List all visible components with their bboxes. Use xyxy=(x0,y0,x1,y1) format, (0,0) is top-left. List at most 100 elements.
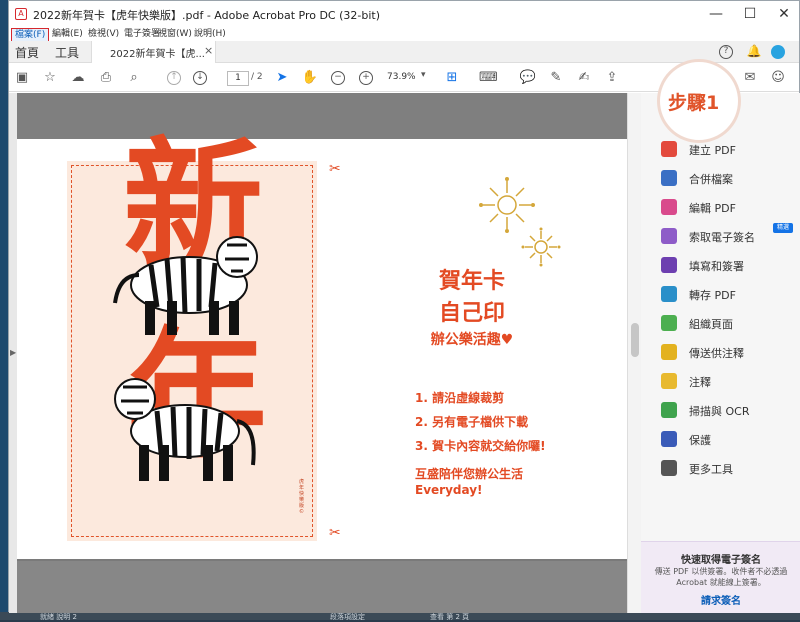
tool-combine-files[interactable]: 合併檔案 xyxy=(661,168,791,188)
menu-bar: 檔案(F) 編輯(E) 檢視(V) 電子簽署 視窗(W) 說明(H) xyxy=(9,27,799,42)
title-bar: A 2022新年賀卡【虎年快樂版】.pdf - Adobe Acrobat Pr… xyxy=(9,1,799,27)
select-cursor-icon[interactable]: ➤ xyxy=(273,70,291,86)
status-text-left: 就緒 說明 2 xyxy=(40,613,77,621)
tool-label: 組織頁面 xyxy=(689,318,733,331)
minimize-button[interactable]: — xyxy=(699,1,733,27)
hand-tool-icon[interactable]: ✋ xyxy=(301,70,319,86)
scrollbar-thumb[interactable] xyxy=(631,323,639,357)
scan-ocr-icon xyxy=(661,402,677,418)
keyboard-scroll-icon[interactable]: ⌨ xyxy=(479,70,498,86)
fill-sign-icon xyxy=(661,257,677,273)
e-sign-promo: 快速取得電子簽名 傳送 PDF 以供簽署。收件者不必透過 Acrobat 就能線… xyxy=(641,541,800,613)
tool-fill-sign[interactable]: 填寫和簽署 xyxy=(661,255,791,275)
close-window-button[interactable]: ✕ xyxy=(767,1,800,27)
bookmark-star-icon[interactable]: ☆ xyxy=(41,70,59,86)
maximize-button[interactable]: ☐ xyxy=(733,1,767,27)
headline-greeting-card: 賀年卡 xyxy=(438,269,505,294)
search-icon[interactable]: ⌕ xyxy=(125,70,143,86)
comment-icon[interactable]: 💬 xyxy=(519,70,537,86)
tool-edit-pdf[interactable]: 編輯 PDF xyxy=(661,197,791,217)
tool-organize-pages[interactable]: 組織頁面 xyxy=(661,313,791,333)
zoom-out-icon[interactable]: − xyxy=(331,71,345,85)
create-pdf-icon xyxy=(661,141,677,157)
tool-label: 掃描與 OCR xyxy=(689,405,750,418)
send-for-comments-icon xyxy=(661,344,677,360)
tool-label: 合併檔案 xyxy=(689,173,733,186)
tool-label: 注釋 xyxy=(689,376,711,389)
featured-badge: 精選 xyxy=(773,223,793,233)
tool-create-pdf[interactable]: 建立 PDF xyxy=(661,139,791,159)
share-pdf-icon[interactable]: ⇪ xyxy=(603,70,621,86)
menu-file[interactable]: 檔案(F) xyxy=(11,28,50,42)
tool-label: 轉存 PDF xyxy=(689,289,736,302)
card-vertical-note-mark: © xyxy=(299,509,304,515)
headline-office-fun: 辦公樂活趣♥ xyxy=(430,332,514,348)
cloud-upload-icon[interactable]: ☁ xyxy=(69,70,87,86)
bell-icon[interactable]: 🔔 xyxy=(745,43,763,59)
promo-title: 快速取得電子簽名 xyxy=(681,555,761,566)
expand-left-panel-icon[interactable]: ▶ xyxy=(10,348,16,357)
tool-send-for-comments[interactable]: 傳送供注釋 xyxy=(661,342,791,362)
tool-label: 編輯 PDF xyxy=(689,202,736,215)
organize-pages-icon xyxy=(661,315,677,331)
tool-more-tools[interactable]: 更多工具 xyxy=(661,458,791,478)
print-icon[interactable]: ⎙ xyxy=(97,70,115,86)
help-icon[interactable]: ? xyxy=(719,45,733,59)
zoom-dropdown-icon[interactable]: ▾ xyxy=(421,70,426,80)
tab-document-label: 2022新年賀卡【虎... xyxy=(110,49,205,60)
window-title: 2022新年賀卡【虎年快樂版】.pdf - Adobe Acrobat Pro … xyxy=(33,9,380,22)
tool-label: 更多工具 xyxy=(689,463,733,476)
menu-view[interactable]: 檢視(V) xyxy=(85,28,122,40)
left-panel-collapse[interactable]: ▶ xyxy=(9,93,17,613)
tab-home[interactable]: 首頁 xyxy=(15,44,39,61)
tool-protect[interactable]: 保護 xyxy=(661,429,791,449)
card-vertical-note-text: 虎年快樂版 xyxy=(299,479,305,509)
next-page-icon[interactable]: ↓ xyxy=(193,71,207,85)
tiger-illustration-bottom xyxy=(114,378,256,481)
promo-description: 傳送 PDF 以供簽署。收件者不必透過 Acrobat 就能線上簽署。 xyxy=(654,567,788,587)
page-number-input[interactable]: 1 xyxy=(227,71,249,86)
tool-label: 索取電子簽名 xyxy=(689,231,755,244)
tab-document[interactable]: 2022新年賀卡【虎... × xyxy=(91,41,216,63)
fit-page-icon[interactable]: ⊞ xyxy=(443,70,461,86)
desktop-background-left xyxy=(0,0,8,620)
headline-print-yourself: 自己印 xyxy=(438,301,505,326)
pdf-page: 新 年 虎年快樂版 © ✂ ✂ 賀年卡 自己印 辦公樂活趣♥ 1. 請沿虛線裁剪… xyxy=(17,131,627,559)
instruction-step-3: 3. 賀卡內容就交給你囉! xyxy=(415,439,546,453)
edit-pdf-icon xyxy=(661,199,677,215)
account-avatar-icon[interactable] xyxy=(771,45,785,59)
previous-page-area xyxy=(17,93,627,139)
zoom-level[interactable]: 73.9% xyxy=(387,72,416,82)
save-icon[interactable]: ▣ xyxy=(13,70,31,86)
sign-icon[interactable]: ✍ xyxy=(575,70,593,86)
tool-export-pdf[interactable]: 轉存 PDF xyxy=(661,284,791,304)
tool-comment[interactable]: 注釋 xyxy=(661,371,791,391)
footer-everyday: Everyday! xyxy=(415,483,483,497)
vertical-scrollbar[interactable] xyxy=(627,93,641,613)
account-icon[interactable]: ☺ xyxy=(769,70,787,86)
close-tab-icon[interactable]: × xyxy=(204,44,213,57)
tab-tools[interactable]: 工具 xyxy=(55,44,79,61)
footer-slogan: 互盛陪伴您辦公生活 xyxy=(415,467,524,481)
step-badge-label: 步驟1 xyxy=(668,92,720,114)
request-signature-link[interactable]: 請求簽名 xyxy=(641,592,800,607)
menu-window[interactable]: 視窗(W) xyxy=(155,28,195,40)
tool-label: 保護 xyxy=(689,434,711,447)
shield-icon xyxy=(661,431,677,447)
page-total-label: / 2 xyxy=(251,72,263,82)
highlight-pen-icon[interactable]: ✎ xyxy=(547,70,565,86)
tool-scan-ocr[interactable]: 掃描與 OCR xyxy=(661,400,791,420)
previous-page-icon[interactable]: ↑ xyxy=(167,71,181,85)
firework-decoration xyxy=(479,177,561,267)
next-page-area xyxy=(17,561,627,613)
document-viewport[interactable]: ▶ 新 年 虎年快樂版 © ✂ ✂ 賀年卡 自己印 辦公樂活趣♥ 1. 請沿虛線… xyxy=(9,93,627,613)
export-pdf-icon xyxy=(661,286,677,302)
menu-help[interactable]: 說明(H) xyxy=(191,28,229,40)
tiger-illustration-top xyxy=(113,236,258,335)
tool-request-signature[interactable]: 索取電子簽名 xyxy=(661,226,791,246)
mail-icon[interactable]: ✉ xyxy=(741,70,759,86)
menu-edit[interactable]: 編輯(E) xyxy=(49,28,86,40)
tool-label: 填寫和簽署 xyxy=(689,260,744,273)
zoom-in-icon[interactable]: + xyxy=(359,71,373,85)
desktop-status-strip: 就緒 說明 2 段落項設定 查看 第 2 頁 xyxy=(0,612,800,621)
